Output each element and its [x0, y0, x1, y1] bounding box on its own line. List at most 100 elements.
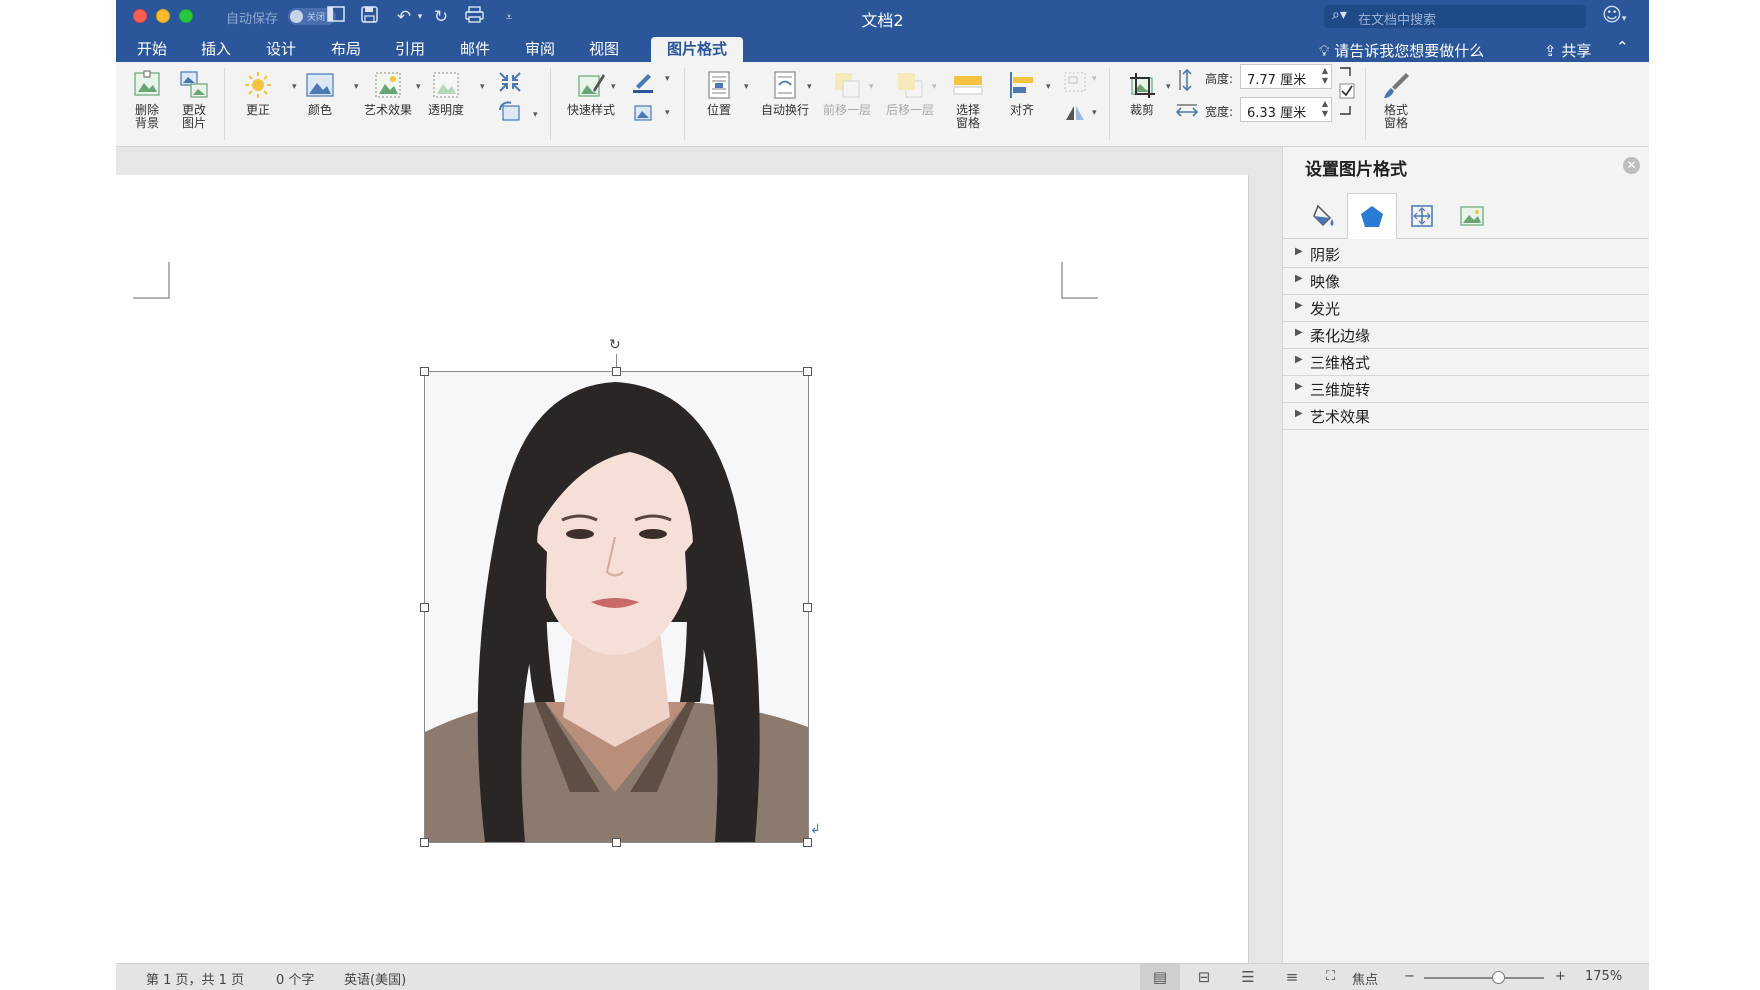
- picture-icon[interactable]: [1447, 193, 1497, 239]
- focus-mode-icon[interactable]: ⛶: [1326, 969, 1335, 984]
- picture-effects-button[interactable]: [628, 100, 658, 127]
- rotate-handle-icon[interactable]: ↻: [609, 337, 621, 353]
- tab-layout[interactable]: 布局: [324, 37, 368, 62]
- section-soft-edges[interactable]: ▶ 柔化边缘: [1283, 321, 1649, 349]
- change-picture-button[interactable]: 更改 图片: [176, 70, 212, 130]
- width-stepper[interactable]: ▲ ▼: [1322, 99, 1328, 119]
- picture-effects-dropdown-icon[interactable]: ▾: [665, 108, 670, 118]
- language-indicator[interactable]: 英语(美国): [344, 969, 406, 988]
- focus-mode-label[interactable]: 焦点: [1352, 969, 1378, 988]
- share-button[interactable]: ⇪ 共享: [1544, 40, 1591, 61]
- crop-dropdown-icon[interactable]: ▾: [1166, 82, 1171, 92]
- height-stepper[interactable]: ▲ ▼: [1322, 66, 1328, 86]
- selected-picture[interactable]: [420, 367, 812, 847]
- resize-handle-bottom-right[interactable]: [803, 838, 812, 847]
- draft-view-icon[interactable]: ≡: [1272, 964, 1312, 990]
- resize-handle-right[interactable]: [803, 603, 812, 612]
- section-3d-rotation[interactable]: ▶ 三维旋转: [1283, 375, 1649, 403]
- tell-me-box[interactable]: 💡︎ 请告诉我您想要做什么: [1319, 40, 1484, 61]
- section-reflection[interactable]: ▶ 映像: [1283, 267, 1649, 295]
- width-field[interactable]: 6.33 厘米 ▲ ▼: [1240, 97, 1332, 122]
- zoom-in-icon[interactable]: +: [1555, 969, 1566, 984]
- zoom-level[interactable]: 175%: [1585, 969, 1622, 984]
- tab-mailings[interactable]: 邮件: [453, 37, 497, 62]
- zoom-slider-thumb[interactable]: [1492, 971, 1505, 984]
- tab-design[interactable]: 设计: [259, 37, 303, 62]
- print-layout-view-icon[interactable]: ▤: [1140, 964, 1180, 990]
- tab-insert[interactable]: 插入: [194, 37, 238, 62]
- feedback-smiley-icon[interactable]: ☺▾: [1602, 4, 1626, 26]
- resize-handle-top-left[interactable]: [420, 367, 429, 376]
- wrap-text-dropdown-icon[interactable]: ▾: [807, 82, 812, 92]
- quick-styles-button[interactable]: 快速样式: [562, 70, 620, 117]
- picture-border-button[interactable]: [628, 70, 658, 97]
- artistic-effects-button[interactable]: 艺术效果: [360, 70, 416, 117]
- height-field[interactable]: 7.77 厘米 ▲ ▼: [1240, 64, 1332, 89]
- wrap-text-button[interactable]: 自动换行: [754, 70, 816, 117]
- layout-properties-icon[interactable]: [1397, 193, 1447, 239]
- remove-background-button[interactable]: 删除 背景: [129, 70, 165, 130]
- lock-aspect-ratio-icon: [1339, 67, 1355, 115]
- format-pane-button[interactable]: 格式 窗格: [1374, 70, 1418, 130]
- crop-button[interactable]: 裁剪: [1120, 70, 1164, 117]
- zoom-slider-track[interactable]: [1424, 977, 1544, 979]
- transparency-button[interactable]: 透明度: [423, 70, 469, 117]
- search-input[interactable]: ⌕▾ 在文档中搜索: [1324, 5, 1586, 28]
- tab-review[interactable]: 审阅: [518, 37, 562, 62]
- zoom-out-icon[interactable]: −: [1404, 969, 1415, 984]
- tab-picture-format[interactable]: 图片格式: [651, 37, 743, 62]
- align-button[interactable]: 对齐: [1000, 70, 1044, 117]
- collapse-ribbon-chevron-icon[interactable]: ⌃: [1616, 38, 1629, 56]
- resize-handle-bottom-left[interactable]: [420, 838, 429, 847]
- transparency-dropdown-icon[interactable]: ▾: [480, 82, 485, 92]
- format-pane-label-2: 窗格: [1383, 116, 1408, 130]
- section-shadow[interactable]: ▶ 阴影: [1283, 240, 1649, 268]
- corrections-button[interactable]: 更正: [236, 70, 280, 117]
- bring-forward-dropdown-icon[interactable]: ▾: [869, 82, 874, 92]
- tab-view[interactable]: 视图: [582, 37, 626, 62]
- word-count[interactable]: 0 个字: [276, 969, 314, 988]
- bring-forward-button[interactable]: 前移一层: [816, 70, 878, 117]
- resize-handle-top-right[interactable]: [803, 367, 812, 376]
- quick-styles-dropdown-icon[interactable]: ▾: [611, 82, 616, 92]
- rotate-button[interactable]: [1060, 100, 1090, 127]
- group-objects-button[interactable]: [1060, 70, 1090, 97]
- tab-references[interactable]: 引用: [388, 37, 432, 62]
- group-dropdown-icon[interactable]: ▾: [1092, 74, 1097, 84]
- share-label: 共享: [1561, 42, 1592, 60]
- fill-line-icon[interactable]: [1298, 193, 1348, 239]
- page-count[interactable]: 第 1 页，共 1 页: [146, 969, 244, 988]
- web-layout-view-icon[interactable]: ⊟: [1184, 964, 1224, 990]
- picture-border-dropdown-icon[interactable]: ▾: [665, 74, 670, 84]
- document-canvas[interactable]: ↻ ↲: [116, 147, 1249, 975]
- section-artistic-effects[interactable]: ▶ 艺术效果: [1283, 402, 1649, 430]
- tab-home[interactable]: 开始: [130, 37, 174, 62]
- reset-picture-dropdown-icon[interactable]: ▾: [533, 110, 538, 120]
- position-dropdown-icon[interactable]: ▾: [744, 82, 749, 92]
- selection-pane-button[interactable]: 选择 窗格: [946, 70, 990, 130]
- color-dropdown-icon[interactable]: ▾: [354, 82, 359, 92]
- effects-icon[interactable]: [1347, 193, 1397, 239]
- lock-aspect-ratio-button[interactable]: [1338, 66, 1356, 121]
- format-picture-pane: 设置图片格式 ✕ ▶ 阴影 ▶ 映像 ▶ 发光 ▶ 柔化边缘 ▶ 三维格式 ▶ …: [1282, 147, 1649, 963]
- send-backward-dropdown-icon[interactable]: ▾: [932, 82, 937, 92]
- artistic-effects-dropdown-icon[interactable]: ▾: [416, 82, 421, 92]
- corrections-dropdown-icon[interactable]: ▾: [292, 82, 297, 92]
- expand-arrow-icon: ▶: [1295, 300, 1303, 311]
- compress-pictures-button[interactable]: [496, 70, 524, 97]
- position-button[interactable]: 位置: [696, 70, 742, 117]
- reset-picture-button[interactable]: [496, 100, 524, 127]
- width-icon: [1175, 102, 1199, 125]
- color-button[interactable]: 颜色: [298, 70, 342, 117]
- outline-view-icon[interactable]: ☰: [1228, 964, 1268, 990]
- resize-handle-left[interactable]: [420, 603, 429, 612]
- pane-close-icon[interactable]: ✕: [1623, 157, 1640, 174]
- section-glow[interactable]: ▶ 发光: [1283, 294, 1649, 322]
- send-backward-button[interactable]: 后移一层: [879, 70, 941, 117]
- resize-handle-bottom[interactable]: [612, 838, 621, 847]
- align-dropdown-icon[interactable]: ▾: [1046, 82, 1051, 92]
- section-3d-format[interactable]: ▶ 三维格式: [1283, 348, 1649, 376]
- rotate-dropdown-icon[interactable]: ▾: [1092, 108, 1097, 118]
- resize-handle-top[interactable]: [612, 367, 621, 376]
- document-page[interactable]: ↻ ↲: [116, 175, 1249, 975]
